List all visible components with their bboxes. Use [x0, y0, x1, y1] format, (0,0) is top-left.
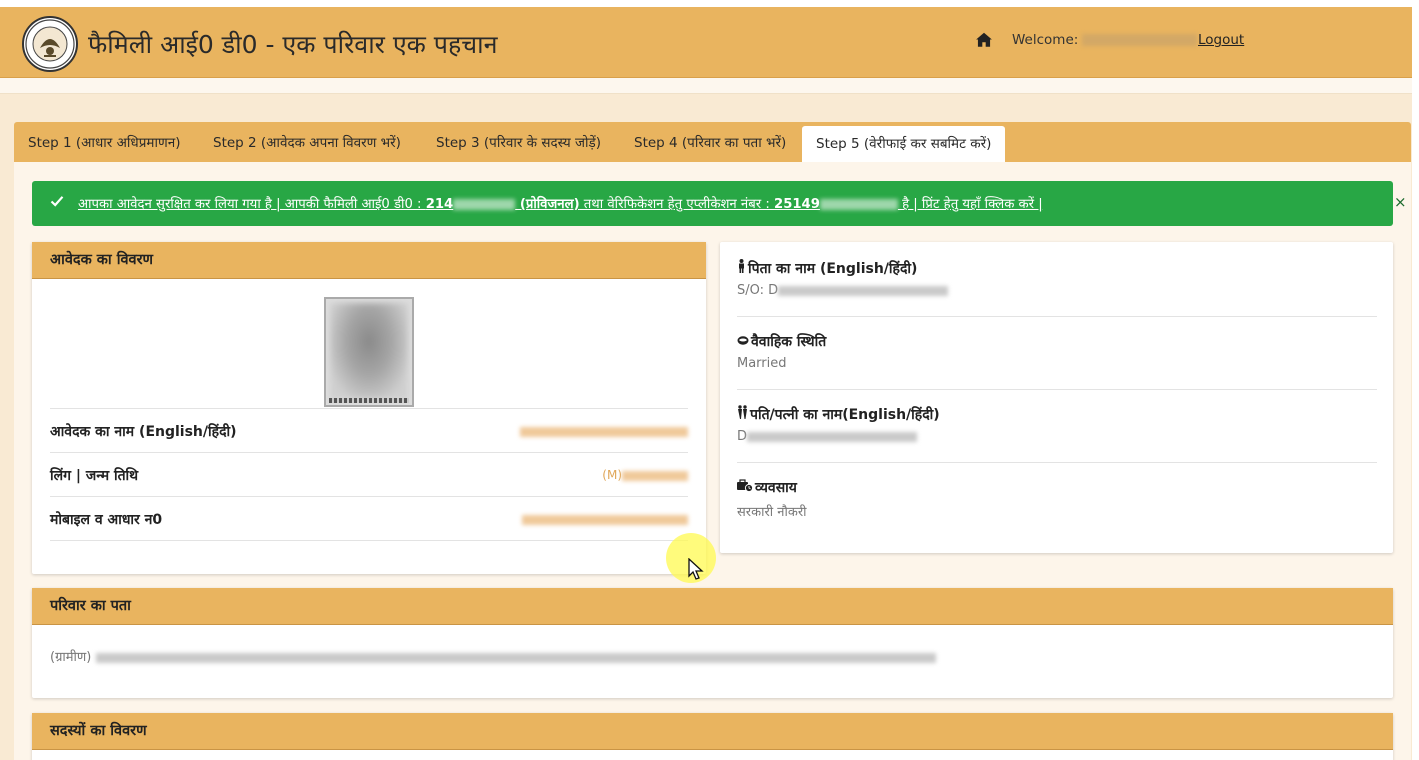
- divider: [737, 462, 1377, 463]
- details-card: पिता का नाम (English/हिंदी) S/O: D वैवाह…: [720, 242, 1393, 553]
- emblem-logo: [22, 16, 78, 72]
- header-band: [0, 78, 1412, 94]
- welcome-text: Welcome:: [1012, 32, 1198, 48]
- logout-link[interactable]: Logout: [1198, 32, 1244, 48]
- right-edge: [1412, 0, 1419, 760]
- person-icon: [737, 259, 746, 277]
- briefcase-clock-icon: [737, 479, 754, 496]
- marital-status-title: वैवाहिक स्थिति: [751, 334, 827, 350]
- user-name-redacted: [1082, 34, 1198, 46]
- applicant-name-row: आवेदक का नाम (English/हिंदी): [50, 408, 688, 452]
- mouse-cursor-icon: [688, 558, 704, 580]
- ring-icon: [737, 334, 749, 350]
- spouse-name-title: पति/पत्नी का नाम(English/हिंदी): [750, 407, 940, 423]
- mobile-aadhaar-label: मोबाइल व आधार न0: [50, 512, 163, 528]
- alert-text-2: तथा वेरिफिकेशन हेतु एप्लीकेशन नंबर :: [579, 197, 775, 212]
- application-number-prefix: 25149: [774, 197, 820, 212]
- family-address-value: (ग्रामीण): [50, 647, 936, 665]
- father-name-redacted: [778, 285, 949, 296]
- provisional-label: (प्रोविजनल): [515, 197, 580, 212]
- members-heading: सदस्यों का विवरण: [32, 713, 1393, 750]
- spouse-name-redacted: [747, 431, 918, 442]
- spouse-name-item: पति/पत्नी का नाम(English/हिंदी) D: [737, 405, 1377, 444]
- divider: [737, 316, 1377, 317]
- print-link[interactable]: आपका आवेदन सुरक्षित कर लिया गया है | आपक…: [78, 194, 1043, 212]
- gender-dob-value: (M): [602, 468, 688, 482]
- father-name-title: पिता का नाम (English/हिंदी): [748, 261, 918, 277]
- tab-step-2[interactable]: Step 2 (आवेदक अपना विवरण भरें): [199, 122, 415, 162]
- occupation-value: सरकारी नौकरी: [737, 505, 807, 520]
- app-header: फैमिली आई0 डी0 - एक परिवार एक पहचान Welc…: [0, 7, 1412, 78]
- gender-value: (M): [602, 468, 622, 482]
- applicant-name-label: आवेदक का नाम (English/हिंदी): [50, 424, 237, 440]
- members-card: सदस्यों का विवरण: [32, 713, 1393, 760]
- mobile-aadhaar-value-redacted: [522, 512, 688, 526]
- family-address-heading: परिवार का पता: [32, 588, 1393, 625]
- tab-step-1[interactable]: Step 1 (आधार अधिप्रमाणन): [14, 122, 194, 162]
- gender-dob-row: लिंग | जन्म तिथि (M): [50, 452, 688, 496]
- step-tabs: Step 1 (आधार अधिप्रमाणन) Step 2 (आवेदक अ…: [14, 122, 1411, 162]
- alert-text-1: आपका आवेदन सुरक्षित कर लिया गया है | आपक…: [78, 197, 426, 212]
- applicant-heading: आवेदक का विवरण: [32, 242, 706, 279]
- applicant-card: आवेदक का विवरण आवेदक का नाम (English/हिं…: [32, 242, 706, 574]
- row-divider: [50, 540, 688, 541]
- welcome-label: Welcome:: [1012, 32, 1079, 48]
- address-redacted: [95, 652, 936, 663]
- couple-icon: [737, 405, 748, 423]
- success-alert: आपका आवेदन सुरक्षित कर लिया गया है | आपक…: [32, 181, 1407, 226]
- gender-dob-label: लिंग | जन्म तिथि: [50, 468, 139, 484]
- tab-step-3[interactable]: Step 3 (परिवार के सदस्य जोड़ें): [422, 122, 615, 162]
- applicant-name-value-redacted: [520, 424, 688, 438]
- tab-step-5[interactable]: Step 5 (वेरीफाई कर सबमिट करें): [802, 126, 1006, 162]
- check-icon: [50, 196, 64, 207]
- tab-step-4[interactable]: Step 4 (परिवार का पता भरें): [620, 122, 800, 162]
- marital-status-item: वैवाहिक स्थिति Married: [737, 332, 1377, 371]
- occupation-item: व्यवसाय सरकारी नौकरी: [737, 478, 1377, 520]
- family-id-redacted: [453, 198, 516, 210]
- family-id-prefix: 214: [425, 197, 454, 212]
- marital-status-value: Married: [737, 356, 787, 371]
- page-title: फैमिली आई0 डी0 - एक परिवार एक पहचान: [88, 30, 498, 59]
- occupation-title: व्यवसाय: [755, 480, 797, 496]
- close-icon[interactable]: ×: [1394, 193, 1407, 211]
- top-strip: [0, 0, 1419, 7]
- divider: [737, 389, 1377, 390]
- application-number-redacted: [819, 198, 898, 210]
- home-icon[interactable]: [975, 31, 993, 49]
- family-address-card: परिवार का पता (ग्रामीण): [32, 588, 1393, 698]
- alert-text-3: है | प्रिंट हेतु यहाँ क्लिक करें |: [897, 197, 1043, 212]
- spouse-name-prefix: D: [737, 429, 748, 444]
- address-type: (ग्रामीण): [50, 650, 92, 665]
- applicant-photo: [324, 297, 414, 407]
- father-name-prefix: S/O: D: [737, 283, 779, 298]
- mobile-aadhaar-row: मोबाइल व आधार न0: [50, 496, 688, 540]
- father-name-item: पिता का नाम (English/हिंदी) S/O: D: [737, 259, 1377, 298]
